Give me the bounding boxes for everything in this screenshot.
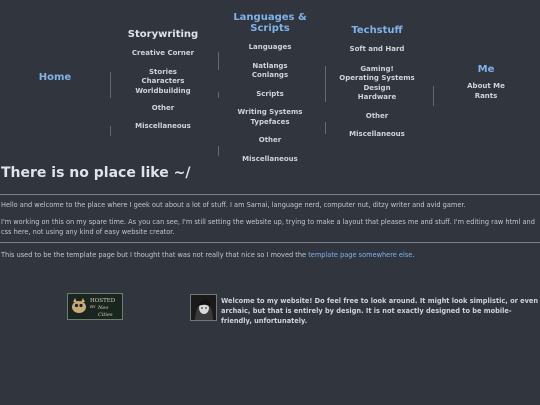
nav-item-languages[interactable]: Languages — [212, 43, 328, 53]
avatar — [190, 294, 217, 321]
nav-item-conlangs[interactable]: Conlangs — [212, 71, 328, 81]
nav-separator — [110, 126, 111, 136]
neocities-logo-icon: HOSTED BY Neo Cities — [72, 298, 116, 318]
badge-line3: Neo — [97, 305, 108, 311]
nav-item-rants[interactable]: Rants — [461, 92, 511, 102]
nav-techstuff: Techstuff Soft and Hard Gaming! Operatin… — [332, 25, 422, 140]
divider — [0, 242, 540, 243]
intro-paragraph: Hello and welcome to the place where I g… — [1, 201, 466, 209]
avatar-portrait-icon — [191, 295, 216, 320]
nav-item-story-misc[interactable]: Miscellaneous — [118, 122, 208, 132]
nav-item-soft-and-hard[interactable]: Soft and Hard — [332, 45, 422, 55]
template-text: This used to be the template page but I … — [1, 251, 309, 259]
template-text-end: . — [412, 251, 415, 259]
welcome-message: Welcome to my website! Do feel free to l… — [221, 297, 539, 325]
nav-home[interactable]: Home — [30, 72, 80, 83]
nav-home-label[interactable]: Home — [30, 72, 80, 83]
nav-separator — [433, 86, 434, 106]
nav-storywriting: Storywriting Creative Corner Stories Cha… — [118, 29, 208, 131]
nav-item-design[interactable]: Design — [332, 84, 422, 94]
nav-item-stories[interactable]: Stories — [118, 68, 208, 78]
badge-line4: Cities — [98, 312, 113, 318]
languages-heading[interactable]: Languages & Scripts — [212, 12, 328, 34]
nav-item-gaming[interactable]: Gaming! — [332, 65, 422, 75]
nav-item-tech-misc[interactable]: Miscellaneous — [332, 130, 422, 140]
nav-item-operating-systems[interactable]: Operating Systems — [332, 74, 422, 84]
nav-item-lang-misc[interactable]: Miscellaneous — [212, 155, 328, 165]
nav-item-writing-systems[interactable]: Writing Systems — [212, 108, 328, 118]
nav-item-natlangs[interactable]: Natlangs — [212, 62, 328, 72]
divider — [0, 194, 540, 195]
template-link[interactable]: template page somewhere else — [308, 251, 412, 259]
nav-item-story-other[interactable]: Other — [118, 104, 208, 114]
nav-separator — [325, 66, 326, 102]
nav-item-lang-other[interactable]: Other — [212, 136, 328, 146]
nav-separator — [325, 122, 326, 134]
hosted-by-neocities-badge[interactable]: HOSTED BY Neo Cities — [67, 293, 123, 320]
nav-item-about-me[interactable]: About Me — [461, 82, 511, 92]
nav-item-scripts[interactable]: Scripts — [212, 90, 328, 100]
badge-line2: BY — [90, 304, 96, 309]
nav-item-characters[interactable]: Characters — [118, 77, 208, 87]
me-heading[interactable]: Me — [461, 64, 511, 75]
nav-item-creative-corner[interactable]: Creative Corner — [118, 49, 208, 59]
template-paragraph: This used to be the template page but I … — [1, 250, 537, 260]
nav-item-worldbuilding[interactable]: Worldbuilding — [118, 87, 208, 97]
nav-separator — [110, 72, 111, 98]
techstuff-heading[interactable]: Techstuff — [332, 25, 422, 36]
page-title: There is no place like ~/ — [1, 165, 191, 181]
work-paragraph: I'm working on this on my spare time. As… — [1, 218, 535, 236]
nav-item-typefaces[interactable]: Typefaces — [212, 118, 328, 128]
nav-item-hardware[interactable]: Hardware — [332, 93, 422, 103]
nav-languages: Languages & Scripts Languages Natlangs C… — [212, 12, 328, 164]
nav-item-tech-other[interactable]: Other — [332, 112, 422, 122]
storywriting-heading: Storywriting — [127, 29, 199, 40]
nav-me: Me About Me Rants — [461, 64, 511, 101]
